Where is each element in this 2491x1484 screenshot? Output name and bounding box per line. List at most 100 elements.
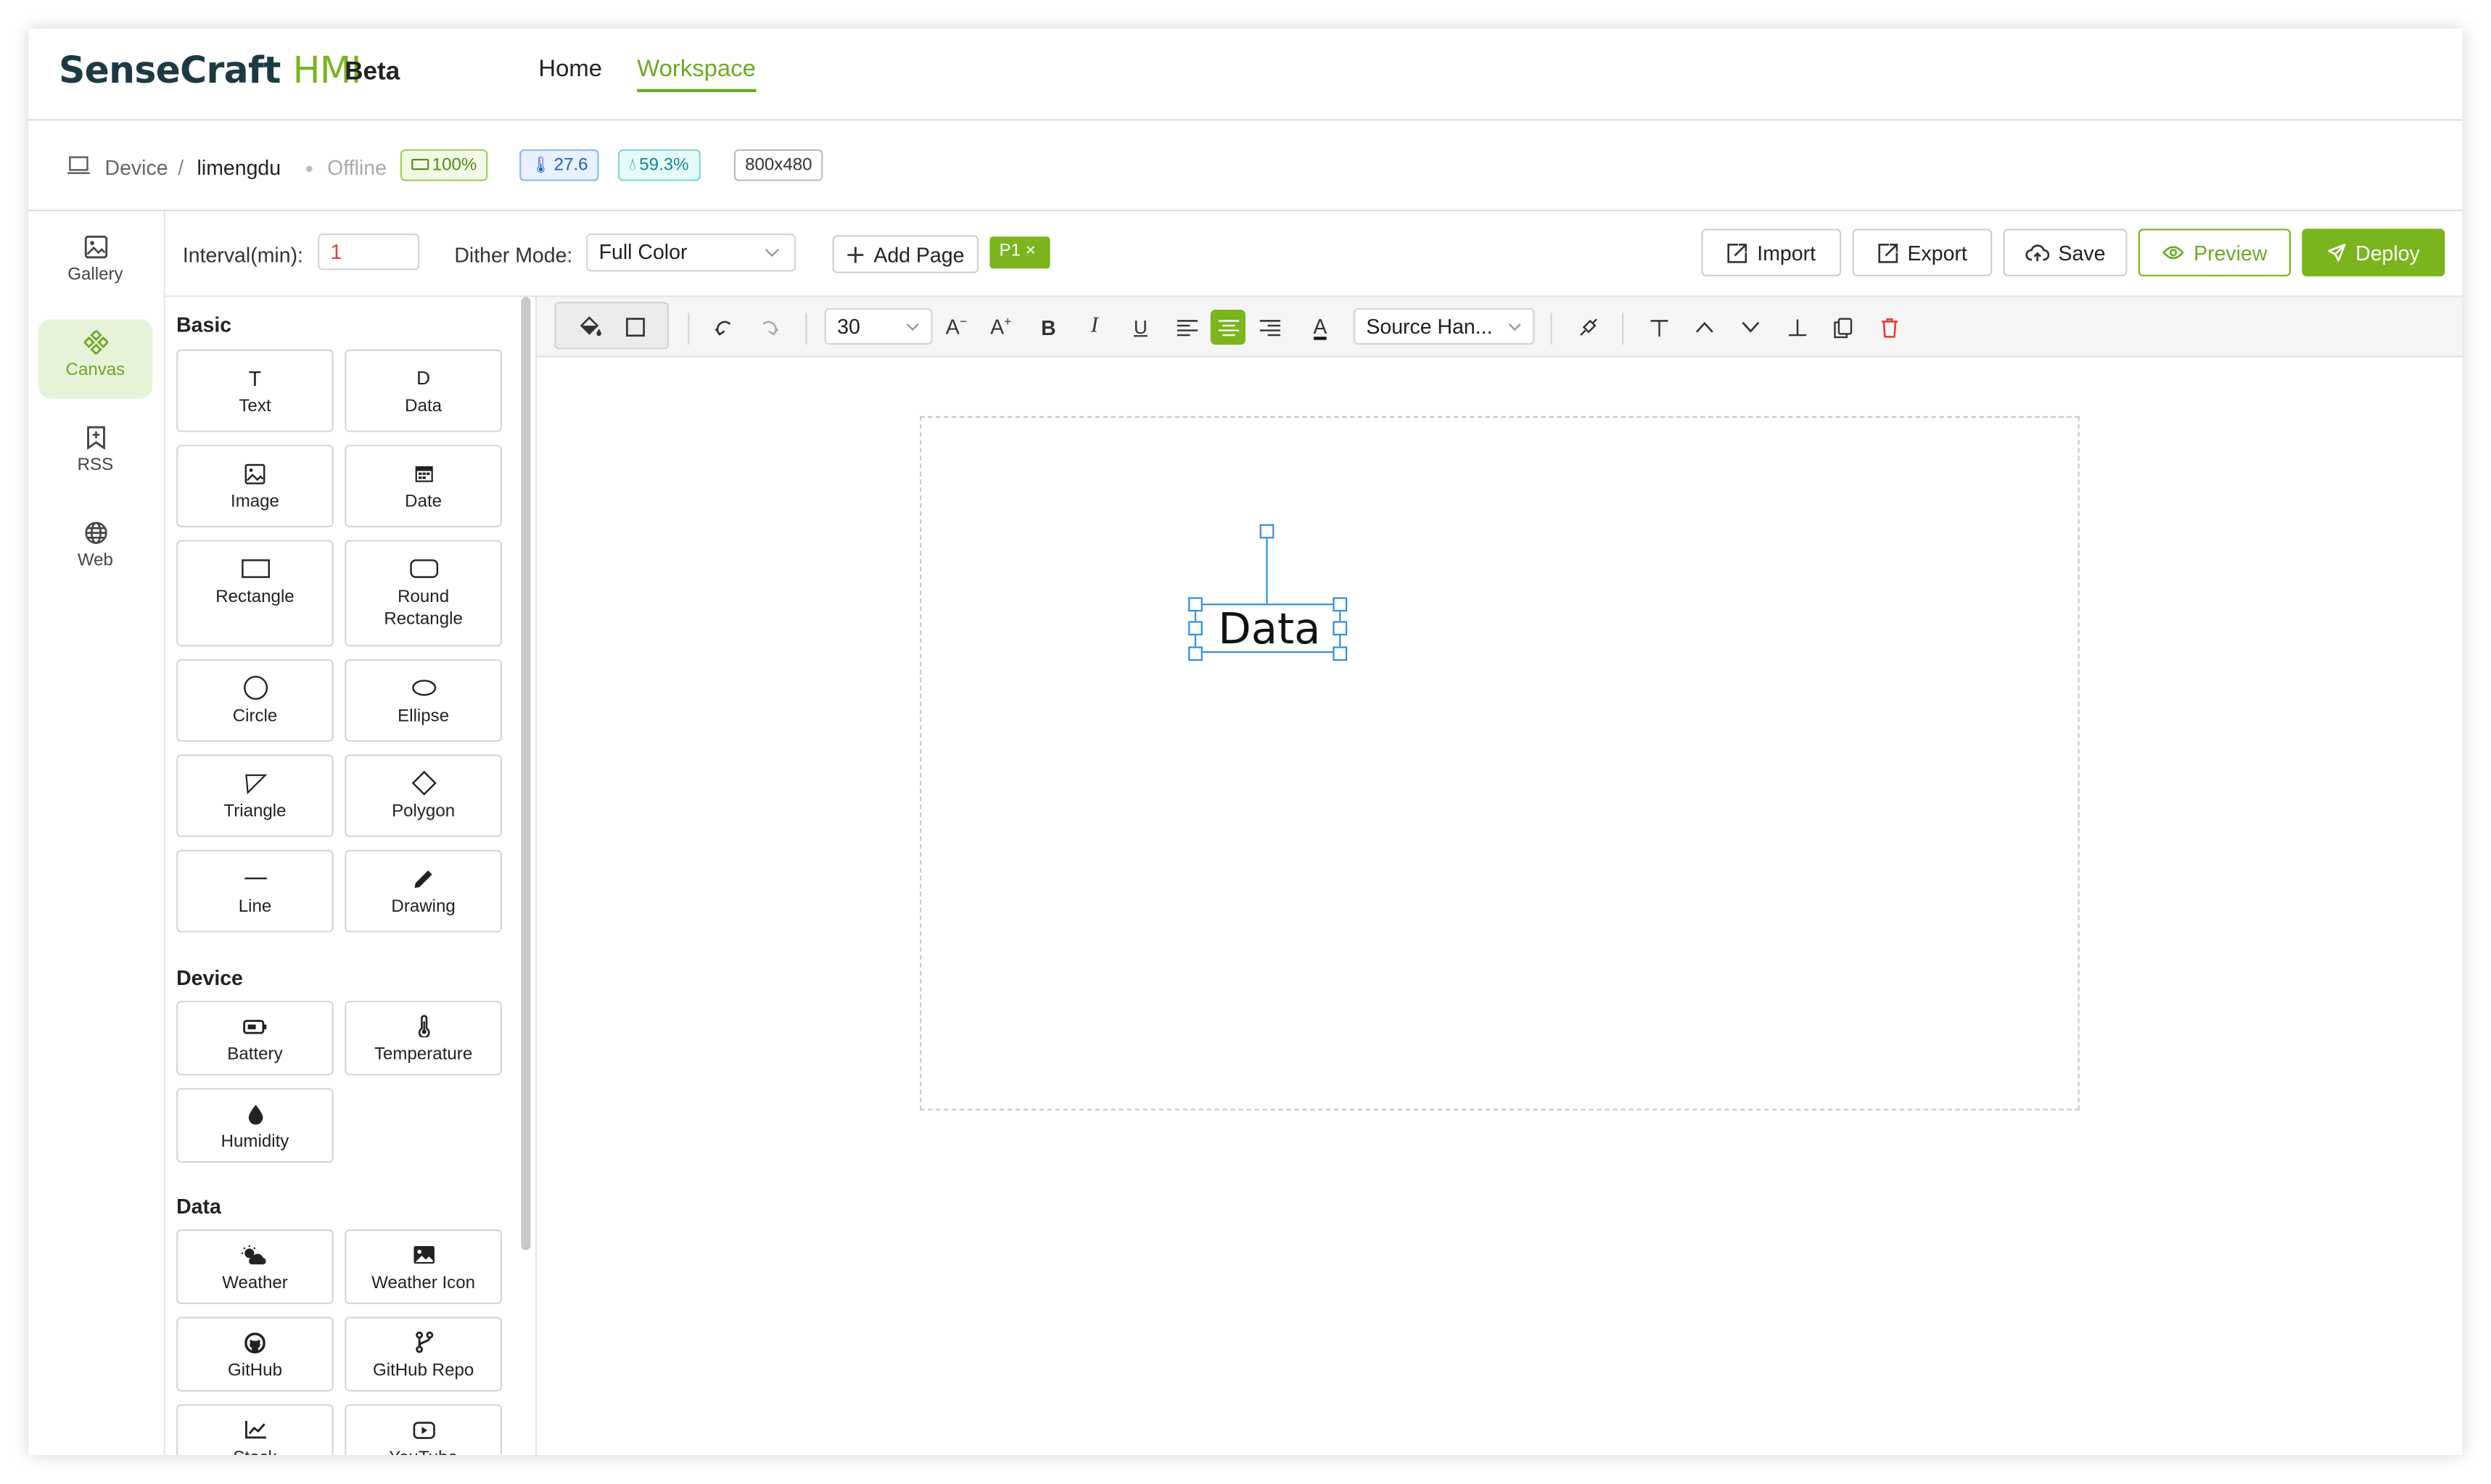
resize-handle-w[interactable] [1188,621,1203,635]
align-center-icon[interactable] [1210,310,1246,345]
resize-handle-ne[interactable] [1333,597,1348,612]
deploy-button[interactable]: Deploy [2302,228,2445,277]
dither-select[interactable]: Full Color [586,233,796,272]
cloud-upload-icon [2025,244,2049,262]
undo-icon[interactable] [709,313,737,341]
component-drawing[interactable]: Drawing [345,849,503,933]
droplet-icon: 💧︎ [629,155,636,175]
preview-button[interactable]: Preview [2138,228,2291,277]
send-backward-icon[interactable] [1737,313,1765,341]
align-bottom-icon[interactable] [1782,313,1811,341]
component-date[interactable]: Date [345,445,503,528]
font-increase-icon[interactable]: A+ [987,313,1015,341]
interval-input[interactable]: 1 [318,233,420,271]
export-label: Export [1907,240,1967,265]
deploy-label: Deploy [2355,240,2420,265]
component-polygon[interactable]: Polygon [345,754,503,838]
component-label: Humidity [221,1132,289,1152]
status-text: Offline [327,155,387,180]
rail-item-gallery[interactable]: Gallery [38,224,153,304]
selected-text-element[interactable]: Data [1194,603,1342,654]
component-ellipse[interactable]: Ellipse [345,659,503,742]
pencil-icon [414,870,432,888]
underline-icon[interactable]: U [1127,313,1155,341]
component-battery[interactable]: Battery [176,1000,334,1076]
rail-item-web[interactable]: Web [38,510,153,590]
data-link-icon[interactable] [1573,313,1601,341]
rail-item-rss[interactable]: RSS [38,415,153,495]
font-decrease-icon[interactable]: A− [942,313,971,341]
interval-label: Interval(min): [182,243,303,267]
temperature-value: 27.6 [553,155,588,175]
component-weather-icon[interactable]: Weather Icon [345,1229,503,1304]
rotate-handle[interactable] [1259,524,1275,539]
component-temperature[interactable]: Temperature [345,1000,503,1076]
add-page-button[interactable]: Add Page [832,235,979,273]
stock-chart-icon [244,1420,265,1439]
component-label: Weather [222,1274,288,1293]
rail-item-canvas[interactable]: Canvas [38,319,153,399]
brand-logo[interactable]: SenseCraft HMI [59,51,361,92]
component-data[interactable]: D Data [345,349,503,432]
import-button[interactable]: Import [1701,228,1842,277]
calendar-icon [414,466,432,482]
rail-item-label: Canvas [65,360,125,380]
dither-value: Full Color [598,239,688,264]
nav-home[interactable]: Home [538,56,602,83]
component-label: Circle [232,706,278,726]
align-left-icon[interactable] [1172,313,1201,341]
beta-label: Beta [345,59,400,86]
component-circle[interactable]: Circle [176,659,334,742]
font-family-value: Source Han... [1366,314,1493,339]
import-icon [1727,242,1747,263]
bold-icon[interactable]: B [1034,313,1063,341]
component-humidity[interactable]: Humidity [176,1088,334,1163]
save-button[interactable]: Save [2003,228,2128,277]
send-icon [2327,243,2346,262]
breadcrumb-device[interactable]: Device [105,156,168,180]
component-github[interactable]: GitHub [176,1316,334,1392]
resize-handle-sw[interactable] [1188,646,1203,661]
design-canvas[interactable]: Data [920,416,2080,1110]
resize-handle-se[interactable] [1333,646,1348,661]
resize-handle-nw[interactable] [1188,597,1203,612]
component-round-rectangle[interactable]: Round Rectangle [345,540,503,647]
component-label: Image [230,492,279,512]
bring-forward-icon[interactable] [1690,313,1718,341]
fill-bucket-icon[interactable] [575,313,604,341]
component-github-repo[interactable]: GitHub Repo [345,1316,503,1392]
line-icon [244,877,266,880]
triangle-icon [244,773,266,793]
canvas-data-text[interactable]: Data [1196,605,1342,654]
component-weather[interactable]: Weather [176,1229,334,1304]
component-image[interactable]: Image [176,445,334,528]
font-size-select[interactable]: 30 [824,308,933,345]
component-stock[interactable]: Stock [176,1403,334,1456]
component-youtube[interactable]: YouTube [345,1403,503,1456]
component-rectangle[interactable]: Rectangle [176,540,334,647]
export-button[interactable]: Export [1852,228,1993,277]
weather-icon [241,1244,266,1264]
copy-icon[interactable] [1829,313,1857,341]
panel-scrollbar[interactable] [521,297,531,1250]
page-tab-p1[interactable]: P1 × [989,236,1050,269]
delete-icon[interactable] [1874,313,1903,341]
close-icon[interactable]: × [1026,242,1036,260]
italic-icon[interactable]: I [1080,313,1108,341]
border-square-icon[interactable] [621,313,649,341]
component-triangle[interactable]: Triangle [176,754,334,838]
component-label: GitHub [227,1361,282,1381]
resize-handle-e[interactable] [1333,621,1348,635]
component-label: Drawing [391,897,456,917]
top-header: SenseCraft HMI Beta Home Workspace [28,28,2463,121]
align-right-icon[interactable] [1255,313,1283,341]
component-label: Rectangle [215,588,295,607]
import-label: Import [1757,240,1816,265]
align-top-icon[interactable] [1644,313,1673,341]
component-text[interactable]: T Text [176,349,334,432]
font-family-select[interactable]: Source Han... [1353,308,1535,345]
redo-icon[interactable] [754,313,783,341]
text-color-icon[interactable]: A [1306,313,1334,341]
component-line[interactable]: Line [176,849,334,933]
nav-workspace[interactable]: Workspace [637,56,756,93]
